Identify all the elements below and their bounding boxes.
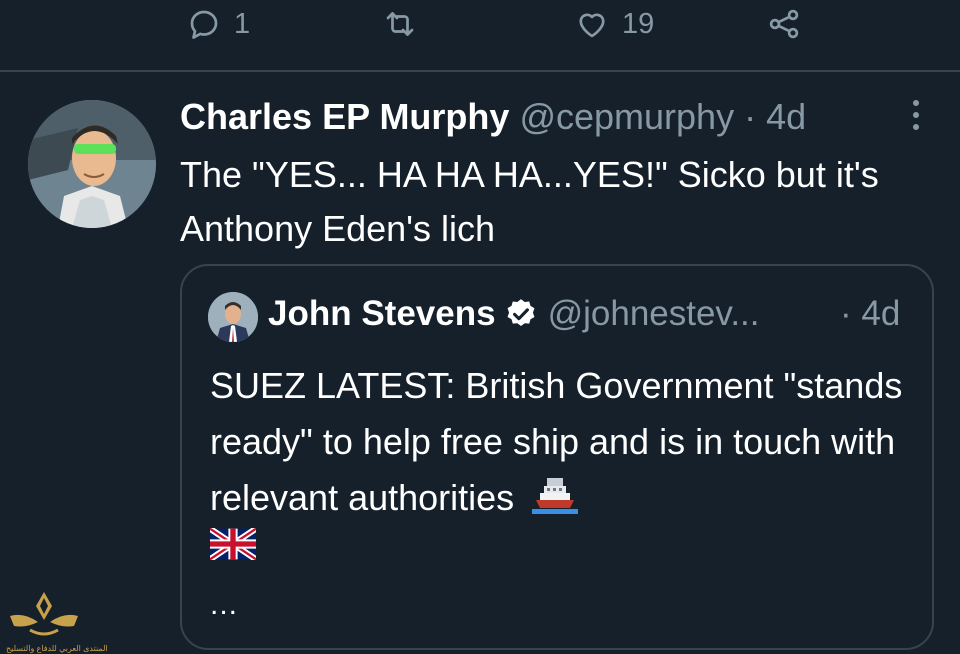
like-button[interactable]: 19: [574, 6, 654, 42]
flag-line: [210, 528, 256, 560]
like-icon: [579, 13, 605, 38]
reply-count: 1: [234, 7, 251, 40]
quoted-author-name[interactable]: John Stevens: [268, 294, 496, 334]
tweet-text: The "YES... HA HA HA...YES!" Sicko but i…: [180, 154, 879, 249]
quoted-tweet-time[interactable]: · 4d: [840, 294, 900, 334]
meta-separator: ·: [744, 96, 757, 137]
tweet-time[interactable]: 4d: [766, 96, 806, 137]
verified-icon: [507, 299, 535, 327]
retweet-button[interactable]: [382, 6, 418, 42]
like-count: 19: [622, 7, 655, 40]
tweet-header: Charles EP Murphy @cepmurphy · 4d: [180, 96, 806, 138]
ship-icon: [532, 478, 579, 514]
quoted-header: John Stevens @johnestev...: [268, 294, 760, 334]
quoted-tweet[interactable]: John Stevens @johnestev... · 4d SUEZ LAT…: [180, 264, 934, 650]
share-icon: [769, 9, 799, 39]
show-more-ellipsis[interactable]: ...: [210, 588, 238, 622]
quoted-meta-separator: ·: [840, 294, 852, 333]
quoted-time-value: 4d: [861, 294, 901, 333]
tweet-action-bar: 1 19: [0, 0, 960, 70]
quoted-avatar[interactable]: [208, 292, 258, 342]
retweet-icon: [386, 12, 414, 36]
more-icon[interactable]: [906, 100, 926, 136]
uk-flag-icon: [210, 528, 256, 560]
author-name[interactable]: Charles EP Murphy: [180, 96, 509, 137]
avatar[interactable]: [28, 100, 156, 228]
watermark-logo-icon: [10, 592, 78, 636]
reply-button[interactable]: 1: [186, 6, 250, 42]
author-handle[interactable]: @cepmurphy: [519, 96, 734, 137]
reply-icon: [190, 10, 218, 39]
section-divider: [0, 70, 960, 72]
share-button[interactable]: [766, 6, 802, 42]
quoted-author-handle[interactable]: @johnestev...: [548, 294, 760, 334]
watermark-text: المنتدى العربي للدفاع والتسليح: [6, 644, 108, 653]
quoted-tweet-text: SUEZ LATEST: British Government "stands …: [210, 358, 910, 526]
